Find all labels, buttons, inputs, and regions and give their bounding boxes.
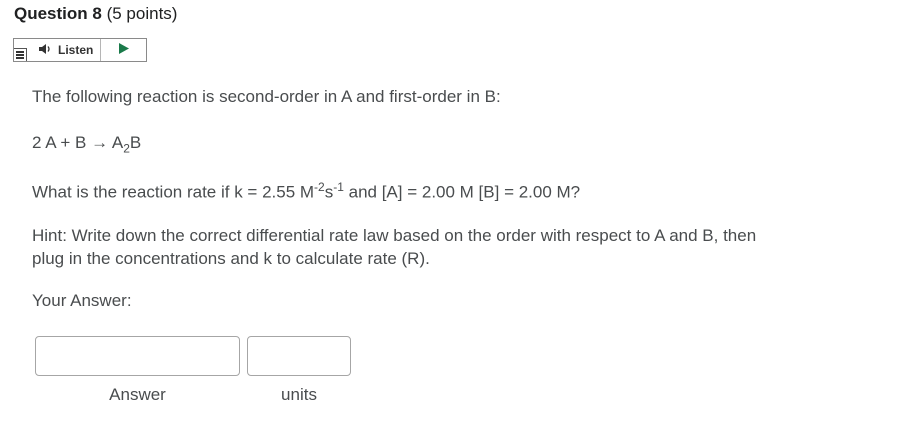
answer-label: Answer — [109, 385, 166, 404]
play-button[interactable] — [101, 39, 146, 61]
s-exponent: -1 — [333, 180, 344, 194]
rate-question-suffix: and [A] = 2.00 M [B] = 2.00 M? — [343, 182, 581, 202]
question-intro: The following reaction is second-order i… — [32, 87, 501, 106]
units-input[interactable] — [247, 336, 351, 376]
menu-icon[interactable] — [14, 48, 27, 61]
your-answer-label: Your Answer: — [32, 291, 132, 310]
listen-button[interactable]: Listen — [14, 39, 101, 61]
play-icon — [118, 41, 129, 59]
speaker-icon — [38, 43, 52, 58]
question-title: Question 8 — [14, 4, 102, 23]
listen-label: Listen — [58, 43, 94, 57]
reaction-product-tail: B — [129, 133, 142, 152]
question-header: Question 8 (5 points) — [14, 4, 177, 24]
rate-question-prefix: What is the reaction rate if k = 2.55 M — [32, 182, 315, 202]
m-exponent: -2 — [314, 180, 325, 194]
units-label: units — [281, 385, 317, 404]
answer-input[interactable] — [35, 336, 240, 376]
listen-widget: Listen — [13, 38, 147, 62]
rate-question: What is the reaction rate if k = 2.55 M-… — [32, 180, 580, 203]
question-points: (5 points) — [106, 4, 178, 23]
s-unit: s — [324, 182, 334, 202]
reaction-lhs: 2 A + B → A — [32, 133, 124, 152]
hint-text: Hint: Write down the correct differentia… — [32, 226, 757, 268]
reaction-equation: 2 A + B → A2B — [32, 133, 141, 155]
reaction-product-subscript: 2 — [123, 141, 130, 156]
